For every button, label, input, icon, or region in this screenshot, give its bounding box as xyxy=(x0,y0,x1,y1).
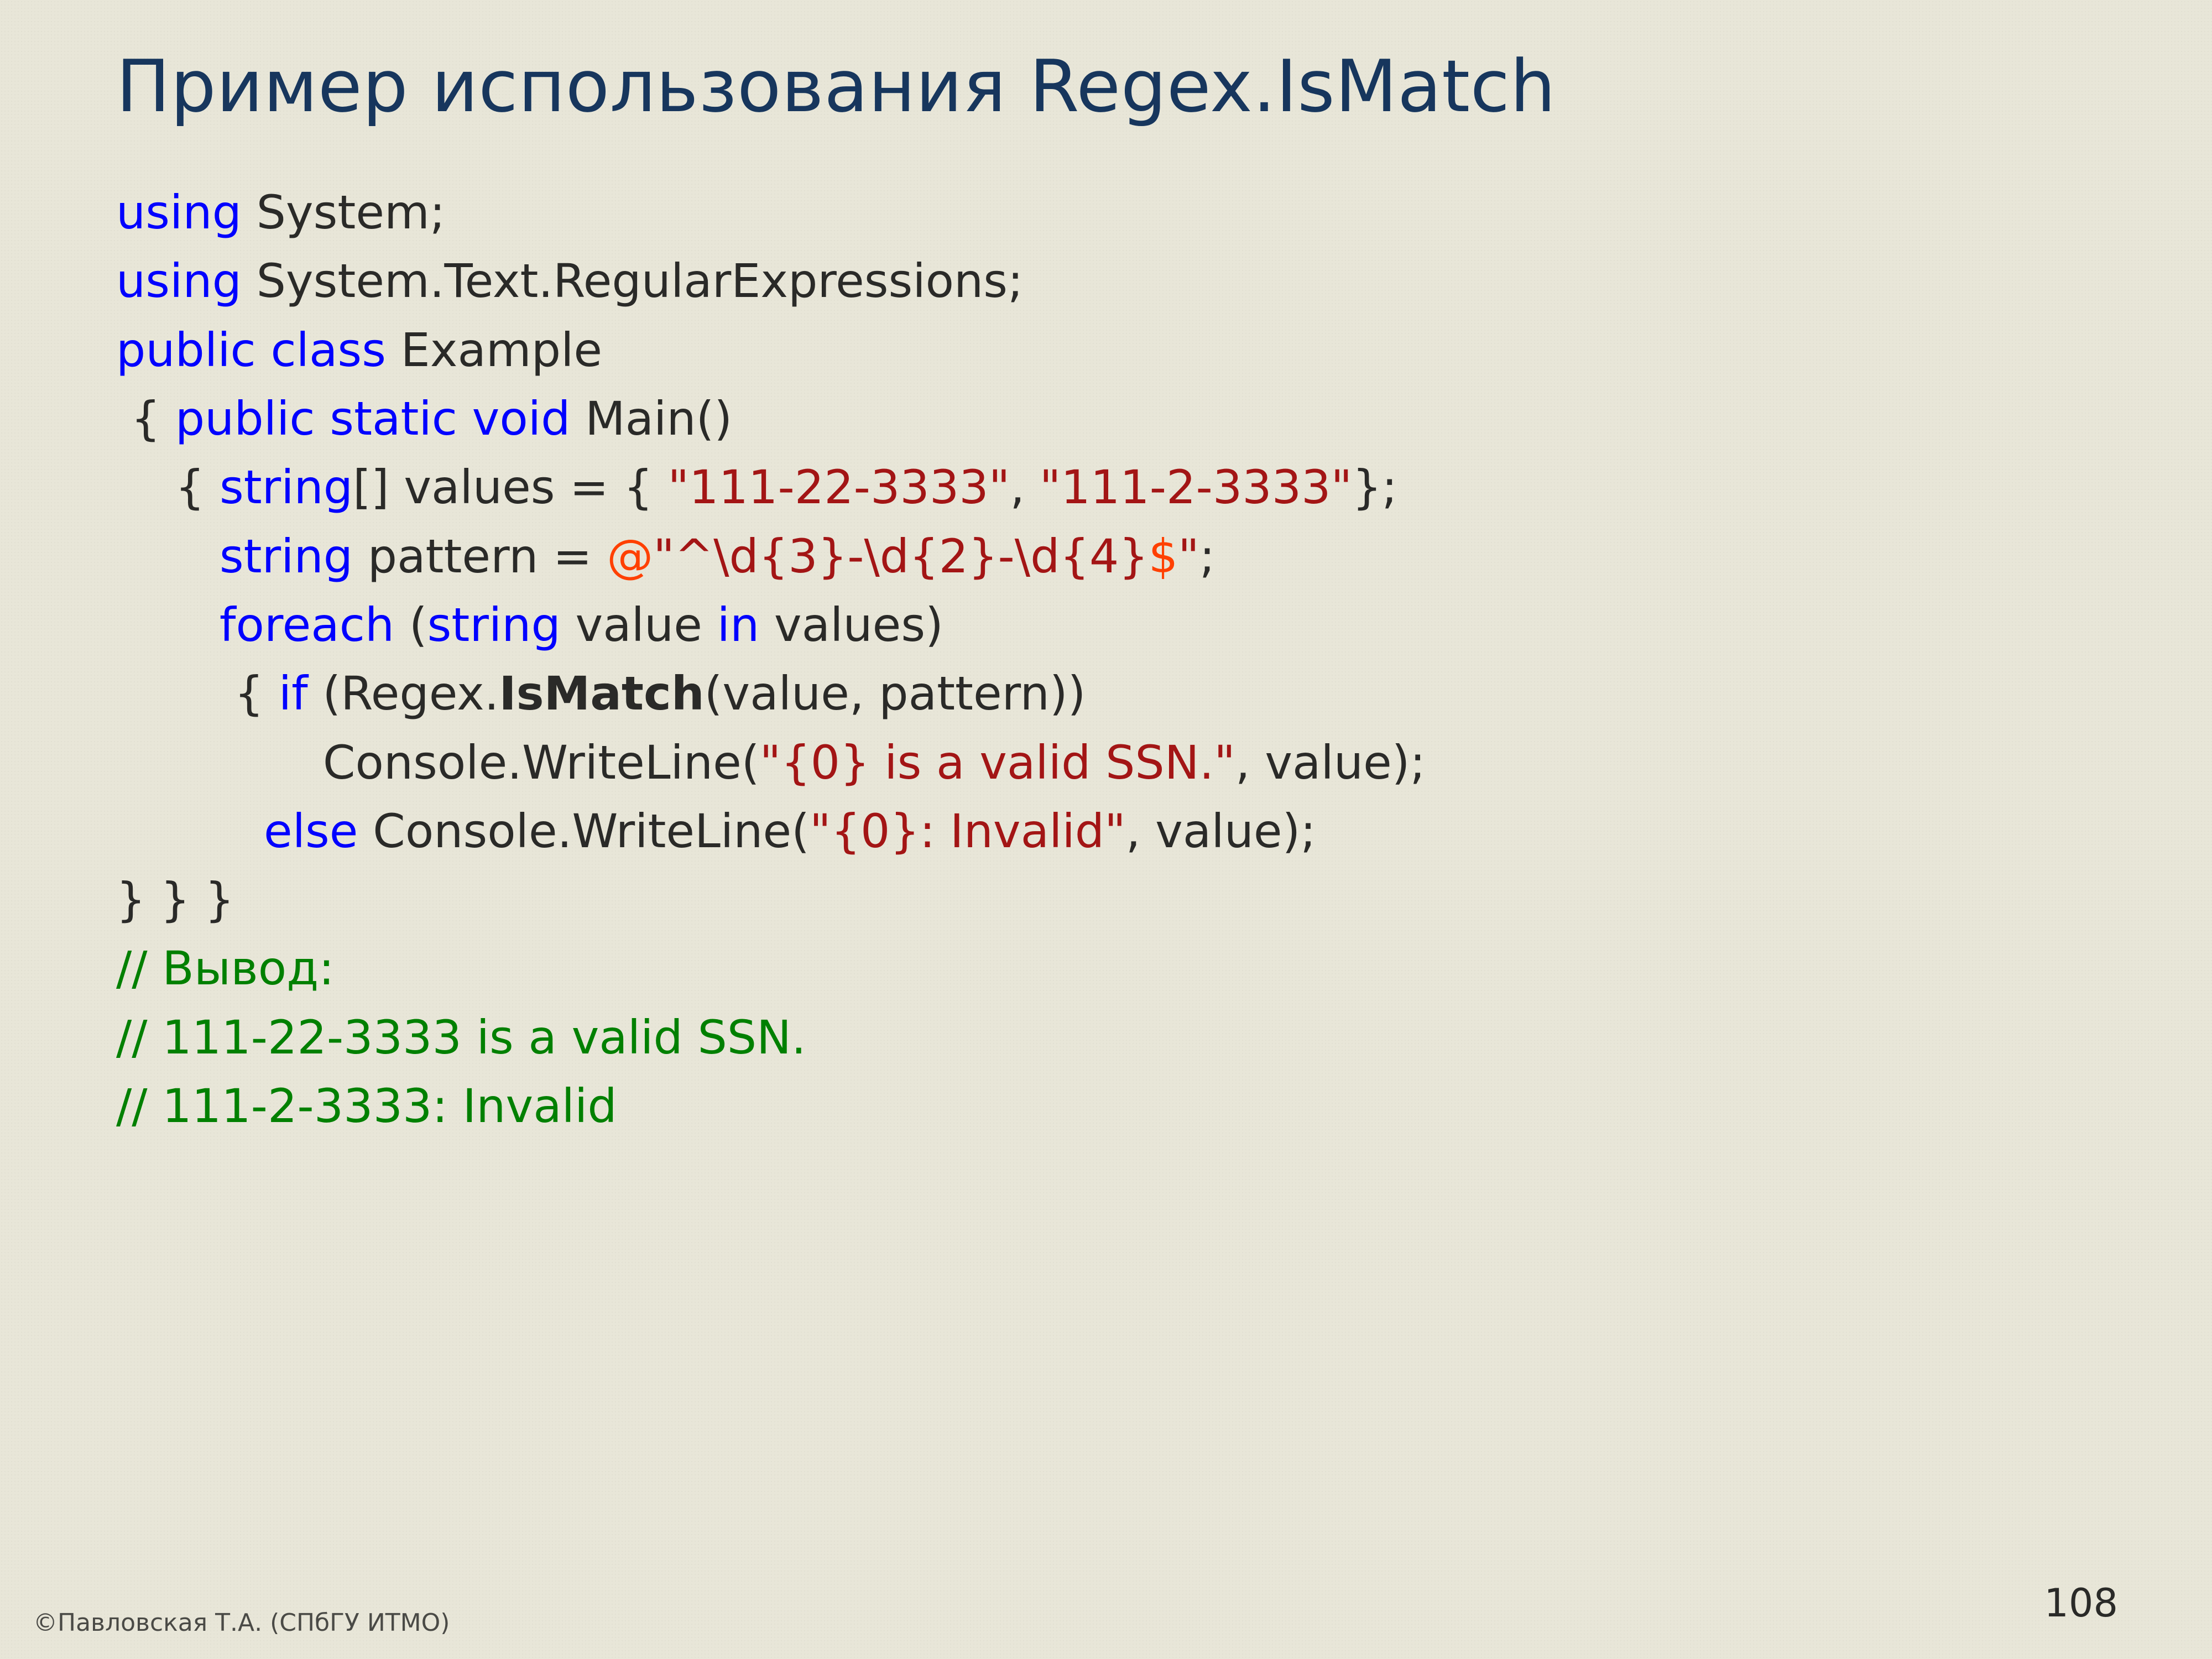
string-literal: "111-22-3333" xyxy=(667,460,1010,514)
code-text: ; xyxy=(1199,529,1215,583)
code-text: (Regex. xyxy=(308,666,499,721)
regex-dash: - xyxy=(847,529,864,583)
keyword: string xyxy=(220,529,353,583)
keyword: using xyxy=(116,254,242,308)
page-number: 108 xyxy=(2044,1580,2118,1626)
code-text: }; xyxy=(1352,460,1397,514)
code-text: Example xyxy=(386,323,602,377)
verbatim-prefix: @ xyxy=(607,529,653,583)
code-text: (value, pattern)) xyxy=(705,666,1086,721)
string-literal: "^ xyxy=(653,529,713,583)
code-text: Console.WriteLine( xyxy=(358,804,809,858)
keyword: using xyxy=(116,185,242,239)
code-text xyxy=(116,529,220,583)
comment: // 111-2-3333: Invalid xyxy=(116,1079,617,1133)
code-text: values) xyxy=(759,598,943,652)
comment: // 111-22-3333 is a valid SSN. xyxy=(116,1010,806,1065)
regex-part: \d{3} xyxy=(713,529,847,583)
regex-anchor: $ xyxy=(1149,529,1178,583)
code-text: , value); xyxy=(1126,804,1316,858)
string-literal: "{0}: Invalid" xyxy=(810,804,1126,858)
keyword: in xyxy=(717,598,760,652)
keyword: foreach xyxy=(220,598,394,652)
keyword: string xyxy=(220,460,353,514)
slide: Пример использования Regex.IsMatch using… xyxy=(0,0,2212,1659)
code-text: { xyxy=(116,460,220,514)
code-text: , value); xyxy=(1235,735,1426,790)
code-text: System; xyxy=(242,185,445,239)
method-name: IsMatch xyxy=(499,666,704,721)
code-text: , xyxy=(1010,460,1039,514)
keyword: else xyxy=(264,804,358,858)
code-text: System.Text.RegularExpressions; xyxy=(242,254,1023,308)
slide-title: Пример использования Regex.IsMatch xyxy=(116,44,2096,128)
string-literal: "111-2-3333" xyxy=(1040,460,1352,514)
code-text: Console.WriteLine( xyxy=(116,735,760,790)
regex-part: \d{4} xyxy=(1015,529,1149,583)
code-text: [] values = { xyxy=(353,460,667,514)
keyword: if xyxy=(279,666,308,721)
code-text: Main() xyxy=(570,392,732,446)
code-text: value xyxy=(561,598,717,652)
code-text: pattern = xyxy=(353,529,607,583)
code-text: { xyxy=(116,392,175,446)
code-text xyxy=(116,598,220,652)
keyword: public static void xyxy=(175,392,571,446)
code-text: } } } xyxy=(116,873,234,927)
string-literal: " xyxy=(1178,529,1199,583)
regex-dash: - xyxy=(998,529,1014,583)
code-text: { xyxy=(116,666,279,721)
regex-part: \d{2} xyxy=(864,529,998,583)
string-literal: "{0} is a valid SSN." xyxy=(760,735,1235,790)
keyword: string xyxy=(427,598,561,652)
code-text xyxy=(116,804,264,858)
footer-copyright: ©Павловская Т.А. (СПбГУ ИТМО) xyxy=(33,1609,450,1637)
code-text: ( xyxy=(394,598,427,652)
code-block: using System; using System.Text.RegularE… xyxy=(116,178,2096,1140)
comment: // Вывод: xyxy=(116,941,335,995)
keyword: public class xyxy=(116,323,386,377)
